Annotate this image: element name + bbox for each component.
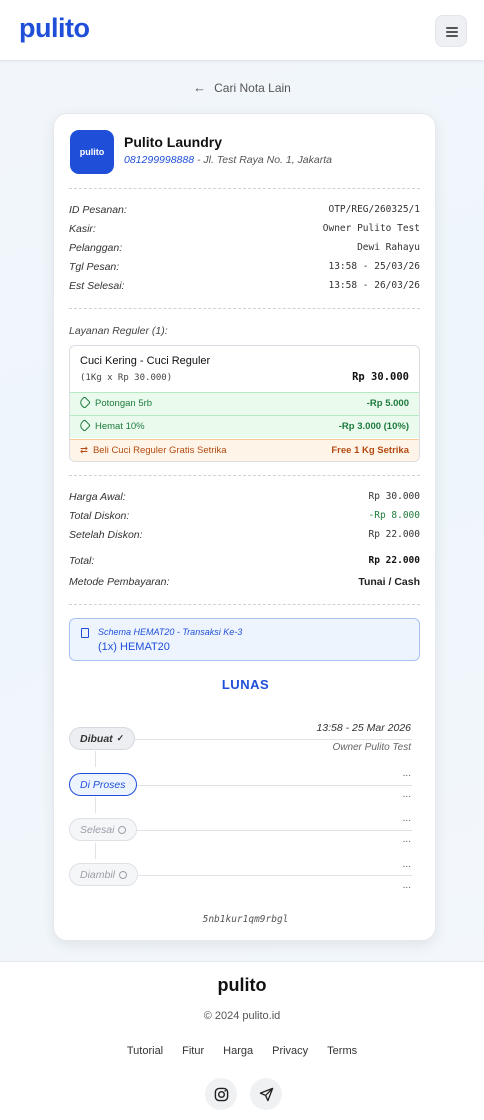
service-quantity: (1Kg x Rp 30.000) xyxy=(80,373,173,383)
footer-link-pricing[interactable]: Harga xyxy=(223,1045,253,1057)
finished-time: ... xyxy=(402,813,411,824)
divider xyxy=(69,188,420,189)
finished-user: ... xyxy=(402,834,411,845)
original-price-row: Harga Awal: Rp 30.000 xyxy=(69,491,420,503)
status-finished: Selesai xyxy=(69,818,138,841)
check-icon: ✓ xyxy=(116,733,125,743)
order-id-row: ID Pesanan: OTP/REG/260325/1 xyxy=(69,204,420,216)
receipt-card: pulito Pulito Laundry 081299998888 - Jl.… xyxy=(53,113,436,941)
customer-row: Pelanggan: Dewi Rahayu xyxy=(69,242,420,254)
timeline-line xyxy=(124,830,412,831)
payment-method-row: Metode Pembayaran: Tunai / Cash xyxy=(69,576,420,588)
processing-time: ... xyxy=(402,768,411,779)
shop-logo: pulito xyxy=(70,130,114,174)
discount-row: Hemat 10% -Rp 3.000 (10%) xyxy=(70,415,419,438)
divider xyxy=(69,604,420,605)
status-created: Dibuat ✓ xyxy=(69,727,136,750)
tag-icon xyxy=(78,419,91,432)
search-other-receipt-link[interactable]: ← Cari Nota Lain xyxy=(0,80,484,95)
timeline-line xyxy=(124,739,412,740)
timeline-connector xyxy=(95,751,96,767)
shop-name: Pulito Laundry xyxy=(124,134,222,150)
footer-link-tutorial[interactable]: Tutorial xyxy=(127,1045,163,1057)
timeline-connector xyxy=(95,843,96,859)
service-price: Rp 30.000 xyxy=(352,371,409,383)
app-logo[interactable]: pulito xyxy=(19,13,90,44)
footer: pulito © 2024 pulito.id Tutorial Fitur H… xyxy=(0,961,484,1120)
service-section-title: Layanan Reguler (1): xyxy=(69,325,168,337)
timeline-connector xyxy=(95,797,96,813)
footer-link-features[interactable]: Fitur xyxy=(182,1045,204,1057)
discount-row: Potongan 5rb -Rp 5.000 xyxy=(70,392,419,415)
created-time: 13:58 - 25 Mar 2026 xyxy=(316,722,411,734)
created-user: Owner Pulito Test xyxy=(332,742,411,753)
total-row: Total: Rp 22.000 xyxy=(69,555,420,567)
footer-links: Tutorial Fitur Harga Privacy Terms xyxy=(0,1045,484,1057)
shop-phone[interactable]: 081299998888 xyxy=(124,154,194,166)
loyalty-scheme-box: Schema HEMAT20 - Transaksi Ke-3 (1x) HEM… xyxy=(69,618,420,661)
promo-row: ⇄ Beli Cuci Reguler Gratis Setrika Free 1… xyxy=(70,439,419,461)
shop-address: - Jl. Test Raya No. 1, Jakarta xyxy=(194,154,332,166)
timeline-line xyxy=(124,875,412,876)
after-discount-row: Setelah Diskon: Rp 22.000 xyxy=(69,529,420,541)
picked-up-user: ... xyxy=(402,880,411,891)
cashier-row: Kasir: Owner Pulito Test xyxy=(69,223,420,235)
footer-link-terms[interactable]: Terms xyxy=(327,1045,357,1057)
arrow-left-icon: ← xyxy=(193,80,207,95)
copyright: © 2024 pulito.id xyxy=(203,1010,281,1022)
top-bar: pulito xyxy=(0,0,484,61)
clock-icon xyxy=(119,870,128,879)
scheme-title: Schema HEMAT20 - Transaksi Ke-3 xyxy=(98,627,243,637)
status-picked-up: Diambil xyxy=(69,863,139,886)
timeline-line xyxy=(124,785,412,786)
status-processing: Di Proses xyxy=(69,773,137,796)
payment-status: LUNAS xyxy=(221,677,270,692)
hamburger-icon xyxy=(446,27,458,29)
divider xyxy=(69,308,420,309)
footer-link-privacy[interactable]: Privacy xyxy=(272,1045,308,1057)
instagram-icon[interactable] xyxy=(205,1078,237,1110)
send-icon[interactable] xyxy=(250,1078,282,1110)
footer-logo: pulito xyxy=(217,975,267,995)
shop-contact: 081299998888 - Jl. Test Raya No. 1, Jaka… xyxy=(124,154,332,166)
estimate-row: Est Selesai: 13:58 - 26/03/26 xyxy=(69,280,420,292)
receipt-code: 5nb1kur1qm9rbgl xyxy=(202,914,289,925)
service-item: Cuci Kering - Cuci Reguler (1Kg x Rp 30.… xyxy=(69,345,420,462)
clock-icon xyxy=(118,825,127,834)
order-date-row: Tgl Pesan: 13:58 - 25/03/26 xyxy=(69,261,420,273)
picked-up-time: ... xyxy=(402,859,411,870)
processing-user: ... xyxy=(402,789,411,800)
menu-button[interactable] xyxy=(435,15,467,47)
repeat-icon: ⇄ xyxy=(80,445,88,456)
divider xyxy=(69,475,420,476)
service-name: Cuci Kering - Cuci Reguler xyxy=(80,355,211,367)
receipt-icon xyxy=(81,628,89,638)
tag-icon xyxy=(78,396,91,409)
total-discount-row: Total Diskon: -Rp 8.000 xyxy=(69,510,420,522)
scheme-value: (1x) HEMAT20 xyxy=(98,641,170,653)
